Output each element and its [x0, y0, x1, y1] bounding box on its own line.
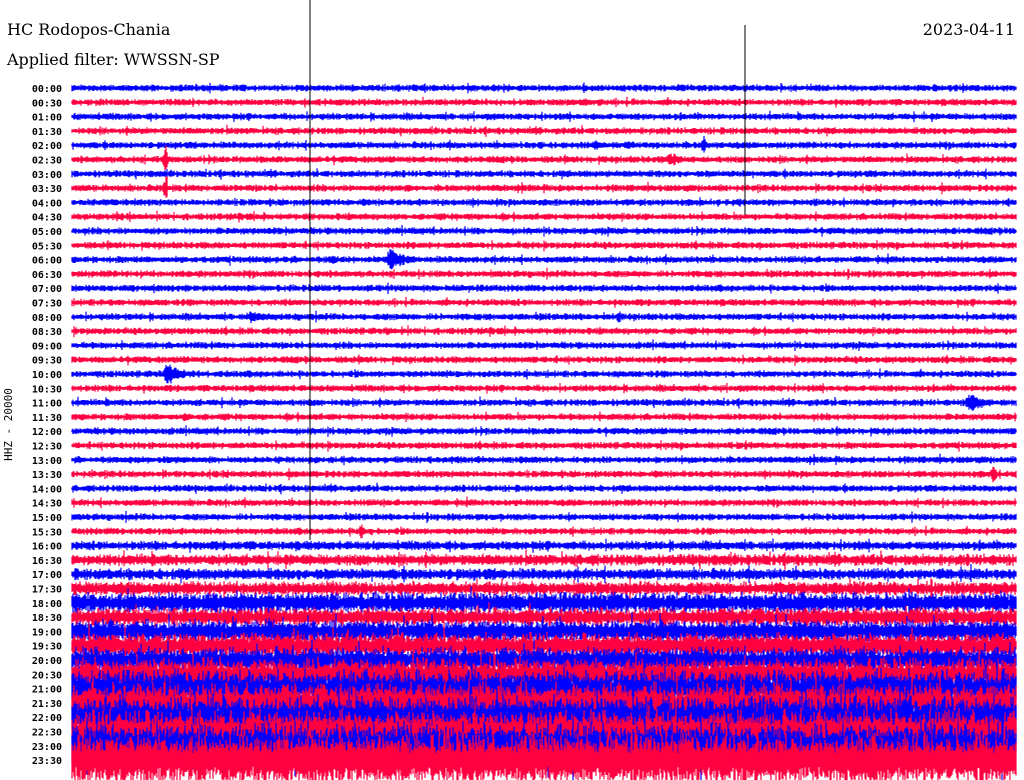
row-time-label: 15:30 — [32, 527, 62, 538]
row-time-label: 23:30 — [32, 756, 62, 767]
trace-row-1200 — [71, 425, 1017, 437]
trace-row-0830 — [71, 325, 1017, 338]
trace-row-0400 — [71, 197, 1017, 208]
row-time-label: 18:00 — [32, 599, 62, 610]
trace-row-0030 — [71, 96, 1017, 108]
trace-row-0100 — [71, 110, 1017, 123]
row-time-label: 14:30 — [32, 499, 62, 510]
row-time-label: 08:00 — [32, 313, 62, 324]
row-time-label: 23:00 — [32, 742, 62, 753]
trace-row-0700 — [71, 282, 1017, 294]
row-time-label: 13:30 — [32, 470, 62, 481]
trace-row-0730 — [71, 297, 1017, 308]
row-time-label: 20:30 — [32, 670, 62, 681]
trace-row-1700 — [71, 564, 1017, 584]
trace-row-0500 — [71, 225, 1017, 237]
row-time-label: 09:30 — [32, 356, 62, 367]
row-time-label: 22:00 — [32, 713, 62, 724]
trace-row-0000 — [71, 82, 1017, 94]
trace-row-1100 — [71, 394, 1017, 411]
row-time-label: 21:00 — [32, 685, 62, 696]
row-time-label: 11:30 — [32, 413, 62, 424]
row-time-label: 03:30 — [32, 184, 62, 195]
trace-row-1530 — [71, 524, 1017, 539]
row-time-label: 12:30 — [32, 442, 62, 453]
trace-row-1330 — [71, 466, 1017, 483]
trace-row-0330 — [71, 176, 1017, 198]
helicorder-plot: 00:00 00:30 01:00 01:30 02:00 02:30 03:00 03:30… — [32, 0, 1017, 780]
trace-row-0600 — [71, 249, 1017, 270]
row-time-label: 16:30 — [32, 556, 62, 567]
row-time-label: 11:00 — [32, 399, 62, 410]
row-time-label: 13:00 — [32, 456, 62, 467]
row-time-label: 06:30 — [32, 270, 62, 281]
row-time-label: 05:30 — [32, 241, 62, 252]
trace-row-1400 — [71, 482, 1017, 495]
row-time-label: 10:00 — [32, 370, 62, 381]
row-time-label: 17:30 — [32, 585, 62, 596]
trace-row-0300 — [71, 168, 1017, 180]
row-time-label: 20:00 — [32, 656, 62, 667]
row-time-label: 00:00 — [32, 84, 62, 95]
row-time-label: 01:00 — [32, 113, 62, 124]
row-time-label: 09:00 — [32, 341, 62, 352]
row-time-label: 15:00 — [32, 513, 62, 524]
trace-row-1030 — [71, 383, 1017, 394]
row-time-label: 21:30 — [32, 699, 62, 710]
row-time-label: 10:30 — [32, 384, 62, 395]
row-time-label: 06:00 — [32, 256, 62, 267]
trace-row-0130 — [71, 124, 1017, 137]
row-time-label: 17:00 — [32, 570, 62, 581]
row-time-label: 18:30 — [32, 613, 62, 624]
row-time-label: 07:00 — [32, 284, 62, 295]
row-time-label: 07:30 — [32, 299, 62, 310]
trace-row-1630 — [71, 549, 1017, 570]
trace-row-0230 — [71, 145, 1017, 170]
row-time-label: 22:30 — [32, 728, 62, 739]
trace-row-1430 — [71, 496, 1017, 509]
trace-row-1130 — [71, 411, 1017, 422]
row-time-label: 01:30 — [32, 127, 62, 138]
trace-row-1300 — [71, 453, 1017, 466]
row-time-label: 05:00 — [32, 227, 62, 238]
row-time-label: 02:00 — [32, 141, 62, 152]
trace-row-1230 — [71, 440, 1017, 452]
trace-row-0800 — [71, 310, 1017, 324]
trace-row-1600 — [71, 538, 1017, 553]
trace-row-0930 — [71, 354, 1017, 366]
trace-row-1500 — [71, 510, 1017, 523]
trace-row-0430 — [71, 210, 1017, 223]
trace-row-0900 — [71, 339, 1017, 351]
row-time-label: 08:30 — [32, 327, 62, 338]
trace-row-0530 — [71, 240, 1017, 252]
row-time-label: 03:00 — [32, 170, 62, 181]
row-time-label: 12:00 — [32, 427, 62, 438]
row-time-label: 19:30 — [32, 642, 62, 653]
row-time-label: 02:30 — [32, 156, 62, 167]
row-time-label: 16:00 — [32, 542, 62, 553]
row-time-label: 19:00 — [32, 627, 62, 638]
row-time-label: 14:00 — [32, 484, 62, 495]
trace-row-1000 — [71, 364, 1017, 384]
trace-row-0630 — [71, 267, 1017, 280]
row-time-label: 04:00 — [32, 198, 62, 209]
row-time-label: 04:30 — [32, 213, 62, 224]
row-time-label: 00:30 — [32, 98, 62, 109]
trace-row-0200 — [71, 136, 1017, 153]
